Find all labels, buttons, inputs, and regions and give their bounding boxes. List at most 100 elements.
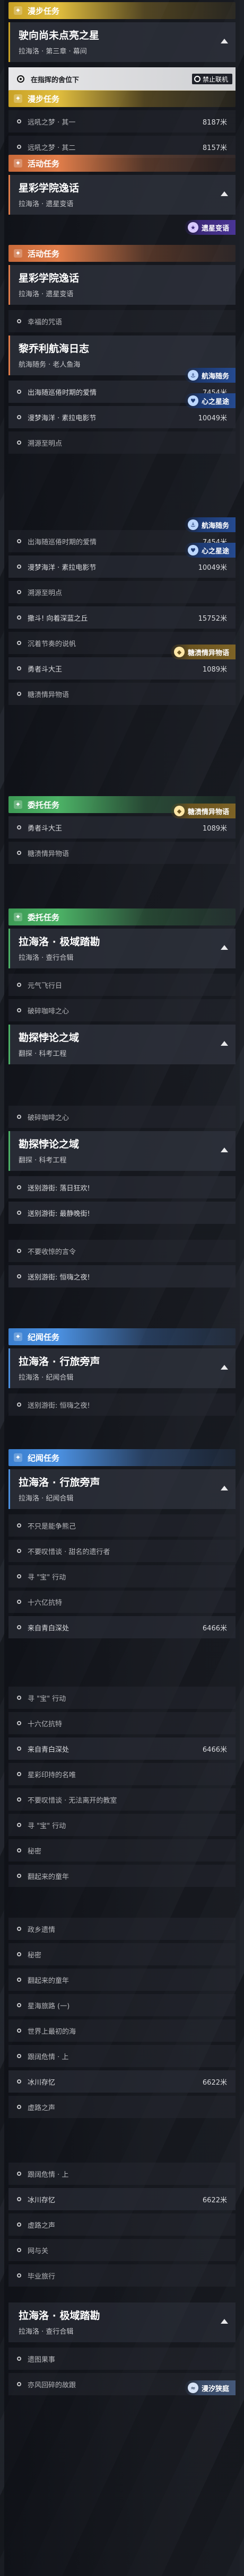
collapse-arrow-icon[interactable] (221, 191, 228, 196)
quest-objective[interactable]: 糖渍情异物语 (8, 842, 236, 864)
quest-objective-active[interactable]: 在指挥的舍位下 禁止联机 (8, 67, 236, 91)
quest-card[interactable]: 勘探悖论之域 翻探 · 科考工程 (8, 1025, 236, 1064)
collapse-arrow-icon[interactable] (221, 1485, 228, 1490)
quest-objective[interactable]: 勇者斗大王 1089米 (8, 816, 236, 839)
quest-objective[interactable]: 送别游街: 最静晚街! (8, 1202, 236, 1224)
quest-objective[interactable]: 政乡遗情 (8, 1918, 236, 1940)
quest-objective[interactable]: 网与关 (8, 2239, 236, 2261)
quest-objective[interactable]: 破碎咖啡之心 (8, 1106, 236, 1128)
quest-objective[interactable]: 虚路之声 (8, 2213, 236, 2236)
collapse-arrow-icon[interactable] (221, 945, 228, 950)
objective-label: 遗图果事 (28, 2356, 56, 2364)
objective-label: 翻起来的童年 (28, 1873, 69, 1881)
quest-objective[interactable]: 来自青白深处 6466米 (8, 1616, 236, 1638)
circle-icon (17, 1772, 21, 1776)
section-header-event[interactable]: ✦ 活动任务 (8, 155, 236, 172)
distance: 8157米 (202, 144, 227, 152)
event-badge[interactable]: ≈ 漫汐狭庭 (184, 2380, 236, 2395)
quest-objective[interactable]: 不要叹惜谈 · 甜名的遗行者 (8, 1540, 236, 1562)
quest-objective[interactable]: 溯源至明点 (8, 581, 236, 603)
quest-objective[interactable]: 寻 "宝" 行动 (8, 1565, 236, 1587)
circle-icon (17, 564, 21, 569)
section-header-chronicle[interactable]: ✦ 纪闻任务 (8, 1449, 236, 1466)
quest-objective[interactable]: 星海旅路 (一) (8, 1994, 236, 2016)
quest-objective[interactable]: 十六亿抗特 (8, 1712, 236, 1734)
quest-objective[interactable]: 冰川存忆 6622米 (8, 2188, 236, 2210)
quest-objective[interactable]: 不只是能争熊己 (8, 1514, 236, 1537)
section-header-roam[interactable]: ✦ 漫步任务 (8, 2, 236, 19)
collapse-arrow-icon[interactable] (221, 1040, 228, 1046)
quest-objective[interactable]: 毕业旅行 (8, 2264, 236, 2287)
quest-objective[interactable]: 破碎咖啡之心 (8, 999, 236, 1021)
quest-objective[interactable]: 糖渍情异物语 (8, 683, 236, 705)
event-badge[interactable]: ★ 遗星变语 (184, 220, 236, 235)
collapse-arrow-icon[interactable] (221, 1147, 228, 1152)
quest-objective[interactable]: 跟阔危情 · 上 (8, 2163, 236, 2185)
collapse-arrow-icon[interactable] (221, 1364, 228, 1370)
quest-card[interactable]: 拉海洛 · 行旅旁声 拉海洛 · 纪闻合辑 (8, 1469, 236, 1509)
quest-objective[interactable]: 漫梦海洋 · 素拉电影节 10049米 (8, 406, 236, 428)
quest-subtitle: 拉海洛 · 遗星变语 (19, 290, 74, 298)
event-badge[interactable]: ◆ 糖渍情异物语 (170, 645, 236, 659)
circle-icon (17, 2197, 21, 2201)
quest-objective[interactable]: 遗图果事 (8, 2348, 236, 2370)
objective-label: 糖渍情异物语 (28, 691, 69, 699)
objective-label: 秘密 (28, 1951, 42, 1960)
quest-objective[interactable]: 不要收惊的言令 (8, 1240, 236, 1262)
quest-objective[interactable]: 漫梦海洋 · 素拉电影节 10049米 (8, 555, 236, 578)
section-header-roam[interactable]: ✦ 漫步任务 (8, 90, 236, 107)
quest-objective[interactable]: 送别游街: 落日狂欢! (8, 1176, 236, 1198)
heart-icon: ♥ (187, 395, 198, 406)
quest-objective[interactable]: 不要叹惜谈 · 无法离开的教室 (8, 1788, 236, 1811)
objective-label: 虚路之声 (28, 2221, 56, 2230)
quest-objective[interactable]: 星彩印持的名唯 (8, 1763, 236, 1785)
quest-objective[interactable]: 翻起来的童年 (8, 1865, 236, 1887)
quest-card[interactable]: 勘探悖论之域 翻探 · 科考工程 (8, 1131, 236, 1171)
quest-objective[interactable]: 远吼之梦 · 其一 8187米 (8, 110, 236, 133)
quest-objective[interactable]: 翻起来的童年 (8, 1969, 236, 1991)
quest-title: 拉海洛 · 极域踏勘 (19, 936, 100, 948)
section-header-chronicle[interactable]: ✦ 纪闻任务 (8, 1328, 236, 1345)
collapse-arrow-icon[interactable] (221, 38, 228, 43)
event-badge[interactable]: ⚓ 航海随务 (184, 517, 236, 532)
quest-card[interactable]: 拉海洛 · 行旅旁声 拉海洛 · 纪闻合辑 (8, 1348, 236, 1388)
quest-objective[interactable]: 冰川存忆 6622米 (8, 2070, 236, 2093)
event-badge[interactable]: ◆ 糖渍情异物语 (170, 804, 236, 818)
distance: 1089米 (202, 665, 227, 674)
quest-objective[interactable]: 虚路之声 (8, 2096, 236, 2118)
quest-card[interactable]: 星彩学院逸话 拉海洛 · 遗星变语 (8, 265, 236, 305)
section-header-commission[interactable]: ✦ 委托任务 (8, 908, 236, 925)
quest-objective[interactable]: 来自青白深处 6466米 (8, 1737, 236, 1760)
circle-icon (17, 2003, 21, 2007)
quest-objective[interactable]: 送别游街: 恒嗨之夜! (8, 1393, 236, 1416)
event-badge[interactable]: ♥ 心之星途 (184, 543, 236, 558)
quest-card[interactable]: 星彩学院逸话 拉海洛 · 遗星变语 (8, 175, 236, 215)
circle-icon (17, 2105, 21, 2109)
section-header-label: 纪闻任务 (28, 1453, 60, 1463)
quest-card[interactable]: 拉海洛 · 极域踏勘 拉海洛 · 查行合辑 (8, 2302, 236, 2342)
badge-label: 遗星变语 (201, 224, 229, 233)
quest-objective[interactable]: 秘密 (8, 1839, 236, 1862)
quest-objective[interactable]: 秘密 (8, 1943, 236, 1965)
quest-objective[interactable]: 幸福的咒语 (8, 310, 236, 332)
section-header-event[interactable]: ✦ 活动任务 (8, 245, 236, 262)
quest-objective[interactable]: 勇者斗大王 1089米 (8, 657, 236, 680)
quest-card[interactable]: 驶向尚未点亮之星 拉海洛 · 第三章 · 幕间 (8, 22, 236, 62)
track-button[interactable]: 禁止联机 (191, 74, 232, 84)
circle-icon (17, 1625, 21, 1629)
quest-objective[interactable]: 世界上最初的海 (8, 2019, 236, 2042)
quest-objective[interactable]: 元气飞行日 (8, 974, 236, 996)
collapse-arrow-icon[interactable] (221, 2318, 228, 2324)
event-badge[interactable]: ♥ 心之星途 (184, 393, 236, 408)
quest-subtitle: 翻探 · 科考工程 (19, 1157, 67, 1165)
quest-card[interactable]: 拉海洛 · 极域踏勘 拉海洛 · 查行合辑 (8, 929, 236, 968)
quest-objective[interactable]: 溯源至明点 (8, 431, 236, 454)
quest-objective[interactable]: 寻 "宝" 行动 (8, 1687, 236, 1709)
quest-objective[interactable]: 跟阔危情 · 上 (8, 2045, 236, 2067)
event-badge[interactable]: ⚓ 航海随务 (184, 368, 236, 383)
quest-objective[interactable]: 十六亿抗特 (8, 1591, 236, 1613)
quest-objective[interactable]: 撒斗! 向着深蓝之丘 15752米 (8, 606, 236, 629)
quest-objective[interactable]: 寻 "宝" 行动 (8, 1814, 236, 1836)
objective-label: 送别游街: 最静晚街! (28, 1210, 90, 1218)
quest-objective[interactable]: 送别游街: 恒嗨之夜! (8, 1265, 236, 1287)
